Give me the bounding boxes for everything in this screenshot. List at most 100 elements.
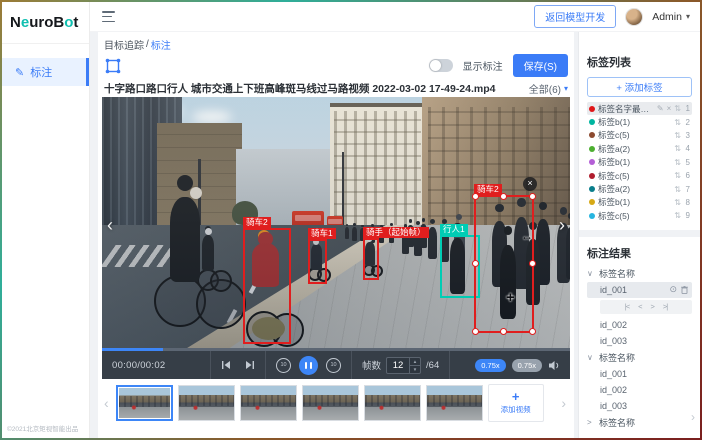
result-group-header[interactable]: > 标签名称: [587, 414, 692, 431]
save-button[interactable]: 保存(S): [513, 54, 568, 77]
speed-pill-active[interactable]: 0.75x: [475, 359, 505, 372]
sidebar-item-annotation[interactable]: ✎ 标注: [2, 58, 89, 86]
video-canvas[interactable]: 骑车2 骑车1 骑手（起始帧） 行人1 骑车2: [102, 97, 570, 348]
frame-step-up-icon[interactable]: ▲: [410, 358, 420, 366]
resize-handle[interactable]: [472, 260, 479, 267]
sort-handle-icon[interactable]: ⇅: [674, 198, 681, 207]
resize-handle[interactable]: [500, 328, 507, 335]
label-color-dot: [589, 159, 595, 165]
result-item[interactable]: id_003: [587, 398, 692, 414]
sort-handle-icon[interactable]: ⇅: [674, 104, 681, 113]
person-silhouette: [566, 227, 570, 279]
annotation-box-cyclist2[interactable]: 骑车2: [243, 228, 291, 344]
sort-handle-icon[interactable]: ⇅: [674, 185, 681, 194]
video-title: 十字路口路口行人 城市交通上下班高峰斑马线过马路视频 2022-03-02 17…: [104, 81, 496, 96]
pagination-next-icon[interactable]: >: [651, 302, 654, 311]
annotation-box-selected[interactable]: 骑车2 ×: [474, 195, 534, 333]
add-video-button[interactable]: + 添加视频: [488, 384, 544, 422]
forward-10-button[interactable]: 10: [326, 358, 341, 373]
speed-pill[interactable]: 0.75x: [512, 359, 542, 372]
result-item-label: id_001: [600, 369, 627, 379]
result-item[interactable]: id_001: [587, 366, 692, 382]
edit-label-icon[interactable]: ✎: [657, 104, 664, 113]
filter-all-dropdown[interactable]: 全部(6) ▾: [529, 81, 568, 96]
label-row[interactable]: 标签b(1) ⇅ 5: [587, 156, 692, 169]
annotation-label: 骑手（起始帧）: [363, 227, 429, 238]
label-row[interactable]: 标签c(5) ⇅ 3: [587, 129, 692, 142]
prev-frame-button[interactable]: [221, 360, 231, 370]
frame-number-input[interactable]: [387, 358, 409, 373]
label-order: 3: [684, 131, 690, 140]
result-group-header[interactable]: ∨ 标签名称: [587, 349, 692, 366]
result-group-name: 标签名称: [599, 351, 635, 364]
pause-button[interactable]: [299, 356, 318, 375]
user-avatar[interactable]: [625, 8, 643, 26]
resize-cursor: ↔: [521, 229, 533, 243]
annotation-box-rider-startframe[interactable]: 骑手（起始帧）: [363, 238, 379, 280]
locate-icon[interactable]: ⊙: [669, 284, 677, 295]
breadcrumb-parent[interactable]: 目标追踪: [104, 37, 144, 52]
resize-handle[interactable]: [529, 193, 536, 200]
pagination-last-icon[interactable]: >|: [663, 302, 667, 311]
resize-handle[interactable]: [500, 193, 507, 200]
video-thumbnail[interactable]: [116, 385, 173, 421]
result-item[interactable]: id_002: [587, 382, 692, 398]
sort-handle-icon[interactable]: ⇅: [674, 144, 681, 153]
volume-icon[interactable]: [548, 360, 560, 371]
video-thumbnail[interactable]: [426, 385, 483, 421]
delete-label-icon[interactable]: ×: [667, 104, 672, 113]
user-menu[interactable]: Admin ▾: [652, 11, 690, 23]
label-row[interactable]: 标签名字最长数... ✎ × ⇅ 1: [587, 102, 692, 115]
person-silhouette: [170, 197, 200, 282]
label-row[interactable]: 标签a(2) ⇅ 4: [587, 142, 692, 155]
label-order: 7: [684, 185, 690, 194]
trash-icon[interactable]: [681, 286, 688, 294]
label-row[interactable]: 标签b(1) ⇅ 2: [587, 115, 692, 128]
pagination-prev-icon[interactable]: <: [638, 302, 641, 311]
sort-handle-icon[interactable]: ⇅: [674, 171, 681, 180]
pagination-first-icon[interactable]: |<: [625, 302, 629, 311]
label-order: 2: [684, 118, 690, 127]
filmstrip-next-chevron[interactable]: ›: [559, 395, 568, 411]
back-to-model-dev-button[interactable]: 返回模型开发: [534, 5, 616, 28]
label-row[interactable]: 标签a(2) ⇅ 7: [587, 182, 692, 195]
collapse-menu-icon[interactable]: [102, 11, 115, 22]
label-row[interactable]: 标签c(5) ⇅ 9: [587, 209, 692, 222]
video-filmstrip: ‹ + 添加视频 ›: [102, 379, 570, 427]
next-frame-button[interactable]: [245, 360, 255, 370]
result-item[interactable]: id_003: [587, 333, 692, 349]
label-row[interactable]: 标签b(1) ⇅ 8: [587, 196, 692, 209]
sort-handle-icon[interactable]: ⇅: [674, 158, 681, 167]
video-progress-bar[interactable]: [102, 348, 570, 351]
show-annotations-toggle[interactable]: [429, 59, 453, 72]
resize-handle[interactable]: [529, 260, 536, 267]
video-thumbnail[interactable]: [364, 385, 421, 421]
filmstrip-prev-chevron[interactable]: ‹: [102, 395, 111, 411]
rewind-10-button[interactable]: 10: [276, 358, 291, 373]
prev-video-chevron[interactable]: ‹: [107, 215, 113, 236]
video-thumbnail[interactable]: [240, 385, 297, 421]
video-thumbnail[interactable]: [178, 385, 235, 421]
sort-handle-icon[interactable]: ⇅: [674, 211, 681, 220]
result-group-header[interactable]: ∨ 标签名称: [587, 265, 692, 282]
next-video-chevron[interactable]: ›: [559, 215, 565, 236]
resize-handle[interactable]: [472, 193, 479, 200]
panel-scroll-chevron[interactable]: ›: [691, 410, 695, 424]
sort-handle-icon[interactable]: ⇅: [674, 131, 681, 140]
resize-handle[interactable]: [529, 328, 536, 335]
frame-step-down-icon[interactable]: ▼: [410, 366, 420, 373]
result-item[interactable]: id_002: [587, 317, 692, 333]
label-row[interactable]: 标签c(5) ⇅ 6: [587, 169, 692, 182]
annotation-box-cyclist1[interactable]: 骑车1: [308, 239, 327, 284]
label-color-dot: [589, 146, 595, 152]
label-color-dot: [589, 186, 595, 192]
result-item-selected[interactable]: id_001 ⊙: [587, 282, 692, 298]
result-item-label: id_001: [600, 285, 627, 295]
sort-handle-icon[interactable]: ⇅: [674, 118, 681, 127]
add-label-button[interactable]: + 添加标签: [587, 77, 692, 97]
building-white-ornate: [330, 103, 425, 233]
delete-box-button[interactable]: ×: [523, 177, 537, 191]
bounding-box-tool-icon[interactable]: [104, 57, 122, 75]
resize-handle[interactable]: [472, 328, 479, 335]
video-thumbnail[interactable]: [302, 385, 359, 421]
